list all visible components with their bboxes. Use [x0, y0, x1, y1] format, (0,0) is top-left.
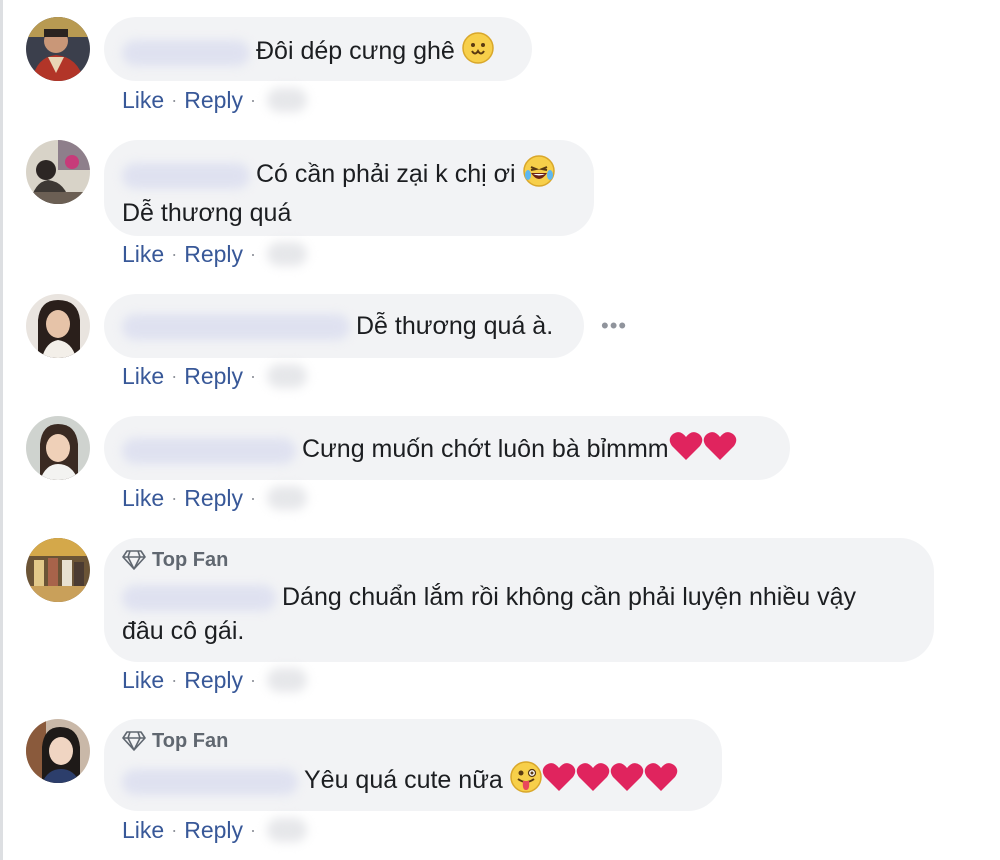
more-options-icon[interactable]: ••• — [601, 313, 627, 339]
diamond-icon — [122, 731, 146, 751]
separator-dot: · — [250, 670, 257, 690]
timestamp-blurred[interactable] — [267, 668, 308, 692]
timestamp-blurred[interactable] — [267, 88, 308, 112]
top-fan-badge: Top Fan — [122, 729, 700, 753]
reply-link[interactable]: Reply — [184, 483, 243, 513]
separator-dot: · — [171, 90, 178, 110]
like-link[interactable]: Like — [122, 665, 164, 695]
timestamp-blurred[interactable] — [267, 818, 308, 842]
heart-icon — [542, 762, 576, 801]
separator-dot: · — [171, 820, 178, 840]
heart-icon — [669, 431, 703, 470]
comment-bubble: Top Fan Yêu quá cute nữa — [104, 719, 722, 811]
separator-dot: · — [250, 90, 257, 110]
comment-bubble: Cưng muốn chớt luôn bà bỉmmm — [104, 416, 790, 480]
tongue-face-icon — [510, 761, 542, 802]
avatar[interactable] — [26, 416, 90, 480]
left-border — [0, 0, 3, 860]
top-fan-label: Top Fan — [152, 549, 229, 571]
reply-link[interactable]: Reply — [184, 239, 243, 269]
separator-dot: · — [250, 820, 257, 840]
comment-actions: Like · Reply · — [122, 665, 308, 695]
like-link[interactable]: Like — [122, 85, 164, 115]
separator-dot: · — [171, 670, 178, 690]
author-name-blurred[interactable] — [122, 314, 350, 341]
like-link[interactable]: Like — [122, 239, 164, 269]
avatar[interactable] — [26, 719, 90, 783]
author-name-blurred[interactable] — [122, 437, 296, 464]
heart-icon — [703, 431, 737, 470]
laughing-tears-face-icon — [522, 155, 555, 196]
separator-dot: · — [171, 244, 178, 264]
comment-bubble: Top Fan Dáng chuẩn lắm rồi không cần phả… — [104, 538, 934, 662]
comment-actions: Like · Reply · — [122, 483, 308, 513]
author-name-blurred[interactable] — [122, 768, 298, 795]
reply-link[interactable]: Reply — [184, 85, 243, 115]
separator-dot: · — [250, 488, 257, 508]
separator-dot: · — [171, 366, 178, 386]
avatar[interactable] — [26, 17, 90, 81]
author-name-blurred[interactable] — [122, 585, 276, 612]
author-name-blurred[interactable] — [122, 162, 250, 189]
separator-dot: · — [250, 366, 257, 386]
comment-text: Cưng muốn chớt luôn bà bỉmmm — [302, 435, 669, 464]
timestamp-blurred[interactable] — [267, 364, 308, 388]
timestamp-blurred[interactable] — [267, 242, 308, 266]
comment-actions: Like · Reply · — [122, 815, 308, 845]
comment-text: Dáng chuẩn lắm rồi không cần phải luyện … — [282, 583, 856, 611]
heart-icon — [576, 762, 610, 801]
comment-text: Dễ thương quá à. — [356, 312, 554, 340]
comment-text: Có cần phải zại k chị ơi — [256, 160, 516, 189]
separator-dot: · — [250, 244, 257, 264]
heart-icon — [610, 762, 644, 801]
comment-actions: Like · Reply · — [122, 85, 308, 115]
avatar[interactable] — [26, 140, 90, 204]
timestamp-blurred[interactable] — [267, 486, 308, 510]
author-name-blurred[interactable] — [122, 39, 250, 66]
comment-bubble: Dễ thương quá à. — [104, 294, 584, 358]
comment-bubble: Có cần phải zại k chị ơi Dễ thương quá — [104, 140, 594, 236]
diamond-icon — [122, 550, 146, 570]
avatar[interactable] — [26, 294, 90, 358]
reply-link[interactable]: Reply — [184, 815, 243, 845]
top-fan-label: Top Fan — [152, 730, 229, 752]
comment-bubble: Đôi dép cưng ghê — [104, 17, 532, 81]
comment-text: Dễ thương quá — [122, 199, 292, 227]
comment-text: Đôi dép cưng ghê — [256, 37, 455, 66]
like-link[interactable]: Like — [122, 361, 164, 391]
reply-link[interactable]: Reply — [184, 361, 243, 391]
separator-dot: · — [171, 488, 178, 508]
comment-text: đâu cô gái. — [122, 617, 245, 645]
like-link[interactable]: Like — [122, 483, 164, 513]
comment-actions: Like · Reply · — [122, 239, 308, 269]
top-fan-badge: Top Fan — [122, 548, 912, 572]
comment-actions: Like · Reply · — [122, 361, 308, 391]
avatar[interactable] — [26, 538, 90, 602]
like-link[interactable]: Like — [122, 815, 164, 845]
heart-icon — [644, 762, 678, 801]
reply-link[interactable]: Reply — [184, 665, 243, 695]
comment-text: Yêu quá cute nữa — [304, 766, 503, 795]
smile-face-icon — [462, 32, 494, 73]
